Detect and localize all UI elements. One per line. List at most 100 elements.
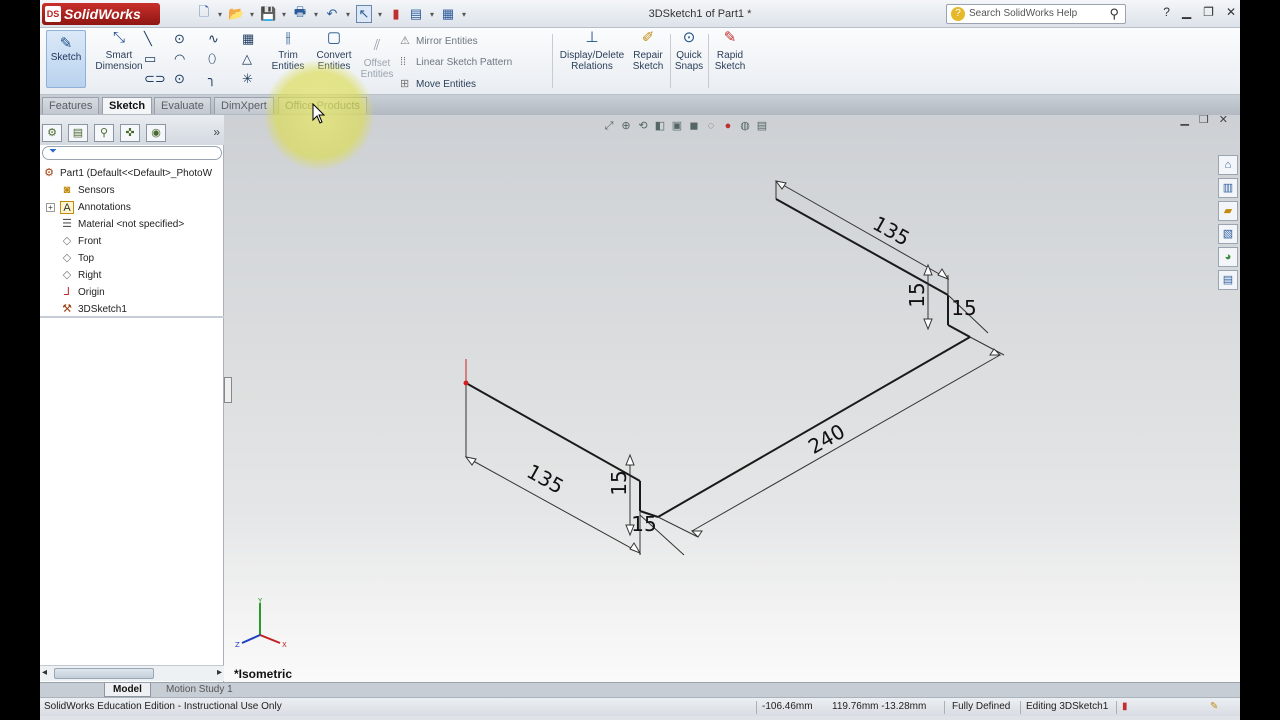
tree-item-front-plane[interactable]: ◇ Front: [40, 233, 224, 250]
quick-snaps-label-1: Quick: [676, 50, 702, 61]
chevron-down-icon[interactable]: ▾: [248, 10, 256, 19]
tab-motion-study-1[interactable]: Motion Study 1: [158, 683, 241, 697]
dimension-label[interactable]: 240: [804, 419, 849, 459]
tree-item-origin[interactable]: ⅃ Origin: [40, 284, 224, 301]
sketch-button[interactable]: ✎ Sketch: [46, 30, 86, 88]
configuration-manager-icon[interactable]: ⚲: [94, 124, 114, 142]
dimension-label[interactable]: 15: [607, 470, 631, 495]
arc-icon[interactable]: ◠: [174, 51, 185, 67]
horizontal-scrollbar[interactable]: ◂ ▸: [40, 665, 224, 681]
tab-sketch[interactable]: Sketch: [102, 97, 153, 114]
move-entities-button[interactable]: ⊞ Move Entities: [400, 77, 476, 90]
repair-sketch-button[interactable]: ✐ Repair Sketch: [630, 30, 666, 72]
relations-label-2: Relations: [571, 61, 613, 72]
trim-entities-button[interactable]: ⫲ Trim Entities: [268, 30, 308, 72]
sketch-line[interactable]: [657, 336, 971, 518]
spline-icon[interactable]: ∿: [208, 31, 219, 47]
file-properties-icon[interactable]: ▤: [408, 6, 424, 22]
quick-snaps-button[interactable]: ⊙ Quick Snaps: [674, 30, 704, 72]
rapid-sketch-button[interactable]: ✎ Rapid Sketch: [712, 29, 748, 72]
restore-icon[interactable]: ❐: [1203, 5, 1214, 19]
tab-dimxpert[interactable]: DimXpert: [214, 97, 274, 114]
sketch-point[interactable]: [463, 380, 469, 386]
chevron-down-icon[interactable]: ▾: [344, 10, 352, 19]
sketch-line[interactable]: [947, 324, 971, 338]
tree-item-part1[interactable]: ⚙ Part1 (Default<<Default>_PhotoW: [40, 165, 224, 182]
reference-triad[interactable]: Y X Z: [232, 595, 292, 655]
point-icon[interactable]: ⊙: [174, 71, 185, 87]
plane-icon: ◇: [62, 269, 72, 281]
save-icon[interactable]: 💾: [260, 6, 276, 22]
undo-icon[interactable]: ↶: [324, 6, 340, 22]
tree-item-top-plane[interactable]: ◇ Top: [40, 250, 224, 267]
tooltip-toggle-icon[interactable]: ✎: [1210, 698, 1218, 716]
offset-entities-button[interactable]: ⫽ Offset Entities: [358, 38, 396, 80]
sketch-line[interactable]: [465, 382, 641, 482]
chevron-down-icon[interactable]: ▾: [428, 10, 436, 19]
line-icon[interactable]: ╲: [144, 31, 152, 47]
search-icon[interactable]: ⚲: [1109, 5, 1119, 23]
ellipse-icon[interactable]: ⬯: [208, 51, 216, 67]
panel-divider[interactable]: [40, 316, 224, 318]
display-relations-button[interactable]: ⊥ Display/Delete Relations: [556, 30, 628, 72]
search-placeholder: Search SolidWorks Help: [969, 8, 1078, 19]
close-icon[interactable]: ✕: [1226, 5, 1236, 19]
search-help-input[interactable]: ? Search SolidWorks Help ⚲: [946, 4, 1126, 24]
mirror-entities-button[interactable]: ⚠ Mirror Entities: [400, 34, 478, 47]
help-menu-icon[interactable]: ?: [1163, 5, 1170, 19]
status-bar: SolidWorks Education Edition - Instructi…: [40, 697, 1240, 716]
convert-entities-button[interactable]: ▢ Convert Entities: [312, 30, 356, 72]
grid-icon[interactable]: ▦: [242, 31, 254, 47]
chevron-down-icon[interactable]: ▾: [280, 10, 288, 19]
solidworks-logo[interactable]: DS SolidWorks: [42, 3, 160, 25]
tree-filter-input[interactable]: ⏷: [42, 146, 222, 160]
tree-item-material[interactable]: ☰ Material <not specified>: [40, 216, 224, 233]
text-icon[interactable]: ✳: [242, 71, 253, 87]
linear-pattern-button[interactable]: ⁞⁞ Linear Sketch Pattern: [400, 56, 512, 68]
chevron-down-icon[interactable]: ▾: [312, 10, 320, 19]
scroll-left-icon[interactable]: ◂: [42, 667, 47, 678]
dimension-label[interactable]: 15: [631, 512, 656, 536]
tree-item-sensors[interactable]: ◙ Sensors: [40, 182, 224, 199]
scroll-right-icon[interactable]: ▸: [217, 667, 222, 678]
rectangle-icon[interactable]: ▭: [144, 51, 156, 67]
dimension-label[interactable]: 15: [951, 296, 976, 320]
tab-evaluate[interactable]: Evaluate: [154, 97, 211, 114]
options-icon[interactable]: ▦: [440, 6, 456, 22]
polygon-icon[interactable]: △: [242, 51, 252, 67]
scrollbar-thumb[interactable]: [54, 668, 154, 679]
tab-features[interactable]: Features: [42, 97, 100, 114]
tree-item-label: Right: [78, 270, 102, 281]
sketch-line[interactable]: [775, 198, 949, 296]
tree-item-annotations[interactable]: + A Annotations: [40, 199, 224, 216]
double-chevron-right-icon[interactable]: »: [213, 125, 220, 139]
tree-item-right-plane[interactable]: ◇ Right: [40, 267, 224, 284]
new-document-icon[interactable]: 🗋: [196, 3, 212, 25]
dimension-label[interactable]: 135: [869, 211, 914, 251]
minimize-icon[interactable]: ▁: [1182, 5, 1191, 19]
property-manager-icon[interactable]: ▤: [68, 124, 88, 142]
chevron-down-icon[interactable]: ▾: [216, 10, 224, 19]
offset-label-2: Entities: [360, 69, 394, 80]
chevron-down-icon[interactable]: ▾: [460, 10, 468, 19]
smart-dimension-button[interactable]: ⤡ Smart Dimension: [94, 29, 144, 72]
expand-icon[interactable]: +: [46, 203, 55, 212]
graphics-viewport[interactable]: ⤢ ⊕ ⟲ ◧ ▣ ◼ ◌ ● ◍ ▤ ▁ ❐ ✕ ⌂ ▥ ▰ ▧ ◕ ▤ 13…: [224, 115, 1240, 682]
dimxpert-manager-icon[interactable]: ✜: [120, 124, 140, 142]
rebuild-icon[interactable]: ▮: [388, 6, 404, 22]
dimension-label[interactable]: 15: [905, 282, 929, 307]
dimension-label[interactable]: 135: [523, 459, 568, 499]
display-manager-icon[interactable]: ◉: [146, 124, 166, 142]
tab-model[interactable]: Model: [104, 683, 151, 697]
select-arrow-icon[interactable]: ↖: [356, 5, 372, 23]
open-folder-icon[interactable]: 📂: [228, 6, 244, 22]
circle-icon[interactable]: ⊙: [174, 31, 185, 47]
rapid-sketch-icon: ✎: [723, 29, 737, 46]
print-icon[interactable]: 🖶: [292, 3, 308, 25]
slot-icon[interactable]: ⊂⊃: [144, 71, 166, 87]
chevron-down-icon[interactable]: ▾: [376, 10, 384, 19]
feature-tree-icon[interactable]: ⚙: [42, 124, 62, 142]
smart-dimension-icon: ⤡: [112, 29, 125, 46]
rebuild-status-icon[interactable]: ▮: [1122, 698, 1128, 716]
fillet-icon[interactable]: ╮: [208, 71, 216, 87]
